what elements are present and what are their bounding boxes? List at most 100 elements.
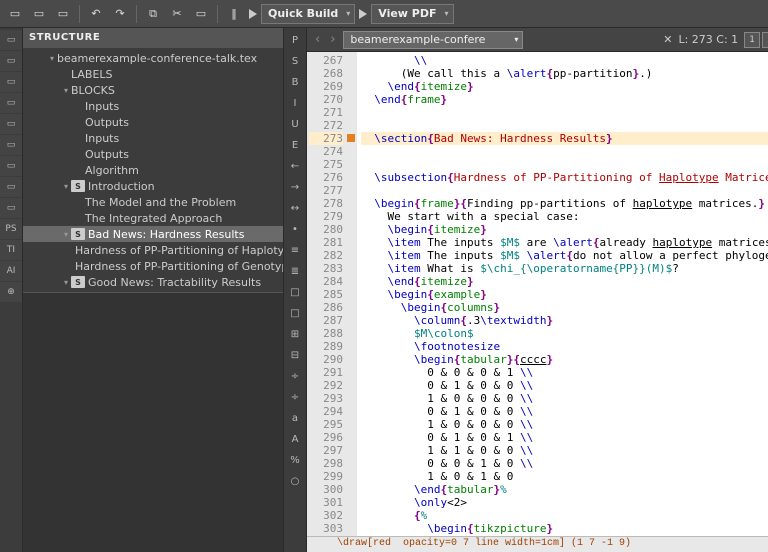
left-tool-6[interactable]: ▭ xyxy=(0,156,22,176)
code-area[interactable]: \\ (We call this a \alert{pp-partition}.… xyxy=(357,52,768,536)
tree-node[interactable]: The Integrated Approach xyxy=(23,210,283,226)
section-badge: S xyxy=(71,276,85,288)
tree-node[interactable]: Outputs xyxy=(23,114,283,130)
main-toolbar: ▭ ▭ ▭ ↶ ↷ ⧉ ✂ ▭ ‖ Quick Build View PDF xyxy=(0,0,768,28)
paste-icon[interactable]: ▭ xyxy=(190,3,212,25)
tree-label: Outputs xyxy=(85,116,129,129)
format-tool-9[interactable]: • xyxy=(284,219,306,239)
nav-back-icon[interactable]: ‹ xyxy=(313,32,322,47)
tree-twist-icon[interactable]: ▾ xyxy=(61,230,71,239)
left-tool-0[interactable]: ▭ xyxy=(0,30,22,50)
view-combo[interactable]: View PDF xyxy=(371,4,453,24)
left-tool-2[interactable]: ▭ xyxy=(0,72,22,92)
nav-fwd-icon[interactable]: › xyxy=(328,32,337,47)
format-tool-20[interactable]: % xyxy=(284,450,306,470)
left-tool-5[interactable]: ▭ xyxy=(0,135,22,155)
tree-twist-icon[interactable]: ▾ xyxy=(61,278,71,287)
format-tool-11[interactable]: ≣ xyxy=(284,261,306,281)
tree-node[interactable]: Inputs xyxy=(23,98,283,114)
tree-label: Bad News: Hardness Results xyxy=(88,228,244,241)
format-tool-14[interactable]: ⊞ xyxy=(284,324,306,344)
format-tool-7[interactable]: → xyxy=(284,177,306,197)
structure-panel: STRUCTURE ▾beamerexample-conference-talk… xyxy=(23,28,283,552)
tree-node[interactable]: Outputs xyxy=(23,146,283,162)
tree-node[interactable]: Hardness of PP-Partitioning of Haploty xyxy=(23,242,283,258)
format-tool-5[interactable]: E xyxy=(284,135,306,155)
structure-title: STRUCTURE xyxy=(23,28,283,48)
tree-label: BLOCKS xyxy=(71,84,115,97)
tree-node[interactable]: ▾SBad News: Hardness Results xyxy=(23,226,283,242)
tree-node[interactable]: LABELS xyxy=(23,66,283,82)
section-badge: S xyxy=(71,228,85,240)
tree-label: Algorithm xyxy=(85,164,139,177)
tree-node[interactable]: ▾SGood News: Tractability Results xyxy=(23,274,283,290)
tree-node[interactable]: Hardness of PP-Partitioning of Genotyp xyxy=(23,258,283,274)
tree-label: Good News: Tractability Results xyxy=(88,276,261,289)
page-box-2[interactable]: 2 xyxy=(762,32,768,48)
view-icon[interactable] xyxy=(359,9,367,19)
left-tool-3[interactable]: ▭ xyxy=(0,93,22,113)
tree-node[interactable]: Algorithm xyxy=(23,162,283,178)
tree-label: Hardness of PP-Partitioning of Haploty xyxy=(75,244,283,257)
format-tool-17[interactable]: ÷ xyxy=(284,387,306,407)
copy-icon[interactable]: ⧉ xyxy=(142,3,164,25)
format-tool-2[interactable]: B xyxy=(284,72,306,92)
editor-bottom-hint: \draw[red opacity=0 7 line width=1cm] (1… xyxy=(307,536,768,552)
page-indicator[interactable]: 123 xyxy=(744,32,768,48)
left-tool-9[interactable]: PS xyxy=(0,219,22,239)
undo-icon[interactable]: ↶ xyxy=(85,3,107,25)
build-stop-icon[interactable]: ‖ xyxy=(223,3,245,25)
mid-icon-bar: PSBIUE←→↔•≡≣□□⊞⊟÷÷aA%○ xyxy=(283,28,307,552)
page-box-1[interactable]: 1 xyxy=(744,32,760,48)
left-tool-11[interactable]: AI xyxy=(0,261,22,281)
tree-node[interactable]: ▾BLOCKS xyxy=(23,82,283,98)
tree-twist-icon[interactable]: ▾ xyxy=(61,86,71,95)
tree-node[interactable]: ▾SIntroduction xyxy=(23,178,283,194)
format-tool-6[interactable]: ← xyxy=(284,156,306,176)
format-tool-10[interactable]: ≡ xyxy=(284,240,306,260)
cut-icon[interactable]: ✂ xyxy=(166,3,188,25)
format-tool-18[interactable]: a xyxy=(284,408,306,428)
left-tool-7[interactable]: ▭ xyxy=(0,177,22,197)
format-tool-16[interactable]: ÷ xyxy=(284,366,306,386)
structure-bottom-pane xyxy=(23,292,283,552)
redo-icon[interactable]: ↷ xyxy=(109,3,131,25)
format-tool-13[interactable]: □ xyxy=(284,303,306,323)
format-tool-8[interactable]: ↔ xyxy=(284,198,306,218)
close-tab-icon[interactable]: ✕ xyxy=(663,33,672,46)
tree-label: Hardness of PP-Partitioning of Genotyp xyxy=(75,260,283,273)
cursor-status: L: 273 C: 1 xyxy=(678,33,738,46)
format-tool-4[interactable]: U xyxy=(284,114,306,134)
tree-label: The Model and the Problem xyxy=(85,196,236,209)
format-tool-12[interactable]: □ xyxy=(284,282,306,302)
left-tool-10[interactable]: TI xyxy=(0,240,22,260)
open-file-icon[interactable]: ▭ xyxy=(28,3,50,25)
tree-node[interactable]: ▾beamerexample-conference-talk.tex xyxy=(23,50,283,66)
tree-label: LABELS xyxy=(71,68,113,81)
format-tool-3[interactable]: I xyxy=(284,93,306,113)
tree-label: Inputs xyxy=(85,100,119,113)
tree-label: Inputs xyxy=(85,132,119,145)
structure-tree[interactable]: ▾beamerexample-conference-talk.texLABELS… xyxy=(23,48,283,292)
tree-node[interactable]: Inputs xyxy=(23,130,283,146)
editor-tabbar: ‹ › beamerexample-confere ✕ L: 273 C: 1 … xyxy=(307,28,768,52)
tree-label: beamerexample-conference-talk.tex xyxy=(57,52,257,65)
left-tool-4[interactable]: ▭ xyxy=(0,114,22,134)
save-icon[interactable]: ▭ xyxy=(52,3,74,25)
format-tool-15[interactable]: ⊟ xyxy=(284,345,306,365)
format-tool-19[interactable]: A xyxy=(284,429,306,449)
left-tool-1[interactable]: ▭ xyxy=(0,51,22,71)
format-tool-0[interactable]: P xyxy=(284,30,306,50)
document-combo[interactable]: beamerexample-confere xyxy=(343,31,523,49)
tree-node[interactable]: The Model and the Problem xyxy=(23,194,283,210)
format-tool-21[interactable]: ○ xyxy=(284,471,306,491)
left-tool-8[interactable]: ▭ xyxy=(0,198,22,218)
left-tool-12[interactable]: ⊕ xyxy=(0,282,22,302)
run-icon[interactable] xyxy=(249,9,257,19)
new-file-icon[interactable]: ▭ xyxy=(4,3,26,25)
tree-twist-icon[interactable]: ▾ xyxy=(61,182,71,191)
line-gutter[interactable]: 2672682692702712722732742752762772782792… xyxy=(307,52,357,536)
build-combo[interactable]: Quick Build xyxy=(261,4,355,24)
format-tool-1[interactable]: S xyxy=(284,51,306,71)
tree-twist-icon[interactable]: ▾ xyxy=(47,54,57,63)
